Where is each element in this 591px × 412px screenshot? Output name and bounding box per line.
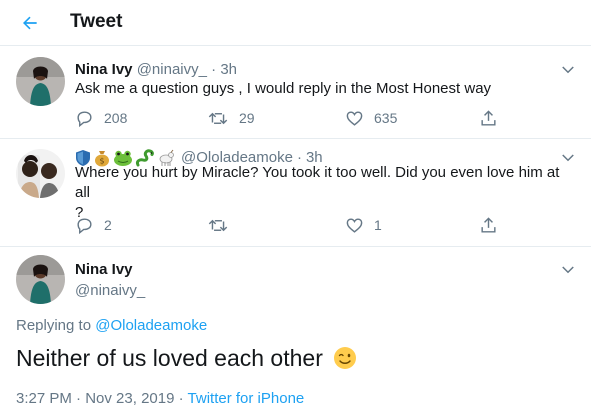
author-name[interactable]: Nina Ivy [75, 260, 145, 280]
tweet-reply[interactable]: $ @Ololadeamoke · 3h Where you hurt by M… [0, 139, 591, 246]
separator: · [76, 390, 82, 407]
separator: · [211, 61, 217, 78]
retweet-button[interactable] [207, 215, 239, 235]
author-handle[interactable]: @ninaivy_ [75, 281, 145, 301]
avatar[interactable] [16, 255, 65, 304]
tweet-text: Where you hurt by Miracle? You took it t… [75, 163, 575, 223]
main-tweet-text: Neither of us loved each other [16, 344, 357, 372]
page-title: Tweet [70, 11, 123, 32]
tweet-time[interactable]: 3:27 PM [16, 390, 72, 407]
chevron-down-icon[interactable] [559, 61, 577, 79]
tweet-actions: 2 1 [75, 215, 515, 235]
heart-icon [346, 110, 363, 126]
heart-icon [346, 217, 363, 233]
like-count: 1 [374, 217, 382, 233]
tweet-footer: 3:27 PM · Nov 23, 2019 · Twitter for iPh… [16, 389, 304, 409]
like-button[interactable]: 1 [345, 215, 382, 235]
chevron-down-icon[interactable] [559, 261, 577, 279]
avatar[interactable] [16, 149, 65, 198]
replying-to: Replying to @Ololadeamoke [16, 316, 207, 336]
replying-to-link[interactable]: @Ololadeamoke [95, 317, 207, 334]
share-button[interactable] [479, 215, 508, 235]
back-button[interactable] [16, 9, 44, 37]
share-button[interactable] [479, 108, 508, 128]
separator: · [178, 390, 184, 407]
tweet-actions: 208 29 635 [75, 108, 515, 128]
author-handle[interactable]: @ninaivy_ [137, 61, 207, 78]
retweet-icon [208, 112, 228, 124]
author-name[interactable]: Nina Ivy [75, 61, 133, 78]
reply-count: 2 [104, 217, 112, 233]
share-icon [481, 216, 496, 233]
reply-button[interactable]: 2 [75, 215, 112, 235]
tweet-text-line: Where you hurt by Miracle? You took it t… [75, 164, 560, 201]
avatar[interactable] [16, 57, 65, 106]
retweet-button[interactable]: 29 [207, 108, 255, 128]
back-arrow-icon [23, 16, 37, 30]
retweet-count: 29 [239, 110, 255, 126]
reply-icon [77, 110, 92, 127]
retweet-icon [208, 219, 228, 231]
like-button[interactable]: 635 [345, 108, 397, 128]
winking-face-icon [334, 346, 357, 369]
tweet-source-link[interactable]: Twitter for iPhone [188, 390, 305, 407]
timestamp[interactable]: 3h [220, 61, 237, 78]
tweet-date[interactable]: Nov 23, 2019 [85, 390, 174, 407]
share-icon [481, 109, 496, 126]
main-tweet-text-content: Neither of us loved each other [16, 345, 323, 371]
reply-icon [77, 217, 92, 234]
replying-prefix: Replying to [16, 317, 92, 334]
like-count: 635 [374, 110, 398, 126]
tweet-parent[interactable]: Nina Ivy @ninaivy_ · 3h Ask me a questio… [0, 47, 591, 138]
tweet-text: Ask me a question guys , I would reply i… [75, 80, 492, 97]
top-bar: Tweet [0, 0, 591, 46]
reply-button[interactable]: 208 [75, 108, 127, 128]
reply-count: 208 [104, 110, 128, 126]
